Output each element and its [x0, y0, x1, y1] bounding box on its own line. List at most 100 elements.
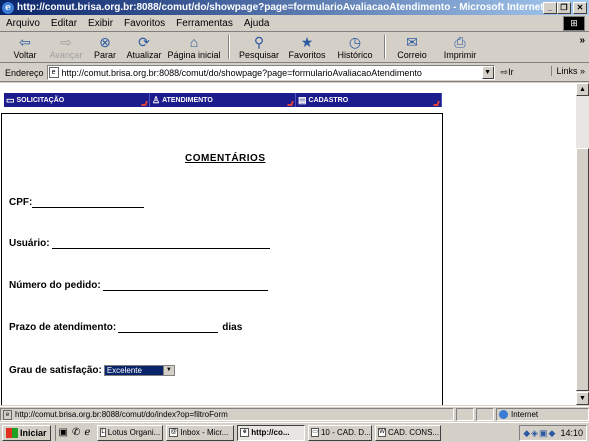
scroll-down-button[interactable]: ▼	[576, 392, 589, 405]
home-button[interactable]: ⌂ Página inicial	[166, 33, 222, 63]
tab-cadastro[interactable]: ▤ CADASTRO	[296, 93, 442, 107]
system-tray: ◆◈▣◆ 14:10	[519, 425, 587, 441]
pedido-label: Número do pedido:	[9, 280, 101, 291]
print-button[interactable]: ⎙ Imprimir	[432, 33, 488, 63]
address-label: Endereço	[5, 67, 44, 78]
task-lotus[interactable]: L Lotus Organi...	[97, 424, 164, 441]
links-button[interactable]: Links »	[551, 66, 585, 76]
usuario-field[interactable]	[51, 239, 270, 249]
quick-launch: ▣ ✆ ℯ	[54, 424, 95, 441]
scroll-thumb[interactable]	[576, 148, 589, 391]
toolbar-separator	[228, 35, 230, 59]
start-button[interactable]: Iniciar	[2, 424, 51, 441]
history-icon: ◷	[348, 34, 362, 50]
inbox-icon: @	[169, 428, 179, 437]
menu-editar[interactable]: Editar	[51, 18, 77, 29]
task-cad-cons-label: CAD. CONS...	[387, 428, 440, 437]
start-label: Iniciar	[20, 427, 47, 438]
form-title: COMENTÁRIOS	[185, 153, 266, 164]
toolbar-separator	[384, 35, 386, 59]
grau-row: Grau de satisfação: Excelente ▼	[9, 365, 175, 376]
go-label: Ir	[508, 67, 514, 77]
menu-ferramentas[interactable]: Ferramentas	[176, 18, 233, 29]
status-bar: e http://comut.brisa.org.br:8088/comut/d…	[0, 406, 589, 422]
refresh-button[interactable]: ⟳ Atualizar	[122, 33, 166, 63]
tab-solicitacao-label: SOLICITAÇÃO	[16, 96, 65, 104]
form-container: COMENTÁRIOS CPF: Usuário: Número do pedi…	[1, 113, 443, 405]
mail-button[interactable]: ✉ Correio	[392, 33, 432, 63]
favorites-button[interactable]: ★ Favoritos	[282, 33, 332, 63]
menu-favoritos[interactable]: Favoritos	[124, 18, 165, 29]
favorites-icon: ★	[300, 34, 314, 50]
forward-label: Avançar	[49, 50, 83, 60]
cpf-label: CPF:	[9, 197, 33, 208]
desktop-icon[interactable]: ▣	[59, 427, 68, 438]
usuario-label: Usuário:	[9, 238, 50, 249]
security-zone: Internet	[496, 408, 589, 421]
go-button[interactable]: ⇨Ir	[501, 67, 514, 78]
outlook-icon[interactable]: ✆	[72, 427, 80, 438]
toolbar: ⇦ Voltar ⇨ Avançar ⊗ Parar ⟳ Atualizar ⌂…	[0, 33, 589, 63]
stop-button[interactable]: ⊗ Parar	[88, 33, 122, 63]
tray-icons[interactable]: ◆◈▣◆	[523, 428, 556, 439]
grau-select[interactable]: Excelente ▼	[103, 365, 175, 376]
globe-icon	[499, 410, 508, 419]
history-button[interactable]: ◷ Histórico	[332, 33, 378, 63]
zone-label: Internet	[511, 410, 539, 419]
address-input[interactable]: e http://comut.brisa.org.br:8088/comut/d…	[46, 65, 495, 80]
forward-button[interactable]: ⇨ Avançar	[44, 33, 88, 63]
tab-cadastro-label: CADASTRO	[308, 96, 349, 104]
minimize-button[interactable]: _	[543, 1, 557, 14]
history-label: Histórico	[337, 50, 373, 60]
scroll-up-button[interactable]: ▲	[576, 83, 589, 96]
mail-label: Correio	[397, 50, 427, 60]
menu-ajuda[interactable]: Ajuda	[244, 18, 270, 29]
pedido-row: Número do pedido:	[9, 280, 268, 291]
task-browser[interactable]: e http://co...	[237, 424, 306, 441]
home-label: Página inicial	[167, 50, 221, 60]
status-url: http://comut.brisa.org.br:8088/comut/do/…	[15, 410, 228, 419]
print-label: Imprimir	[443, 50, 477, 60]
tab-atendimento[interactable]: ♙ ATENDIMENTO	[150, 93, 296, 107]
windows-logo-icon: ⊞	[563, 16, 585, 31]
menu-exibir[interactable]: Exibir	[88, 18, 113, 29]
status-cell	[456, 408, 474, 421]
cpf-field[interactable]	[32, 198, 145, 208]
menu-arquivo[interactable]: Arquivo	[6, 18, 40, 29]
address-dropdown-button[interactable]: ▼	[481, 66, 494, 79]
menu-bar: Arquivo Editar Exibir Favoritos Ferramen…	[0, 15, 589, 32]
stop-label: Parar	[93, 50, 116, 60]
task-lotus-label: Lotus Organi...	[107, 428, 161, 437]
mail-icon: ✉	[406, 34, 418, 50]
task-inbox[interactable]: @ Inbox - Micr...	[166, 424, 235, 441]
tab-corner-mark	[287, 101, 294, 106]
page-icon: e	[3, 409, 12, 420]
prazo-field[interactable]	[118, 323, 219, 333]
windows-flag-icon	[6, 427, 18, 438]
favorites-label: Favoritos	[288, 50, 326, 60]
vertical-scrollbar[interactable]: ▲ ▼	[576, 83, 589, 405]
close-button[interactable]: ✕	[573, 1, 587, 14]
prazo-label: Prazo de atendimento:	[9, 322, 117, 333]
back-button[interactable]: ⇦ Voltar	[6, 33, 44, 63]
pedido-field[interactable]	[102, 281, 268, 291]
page-icon: e	[48, 67, 59, 78]
chevron-down-icon: ▼	[162, 366, 174, 375]
title-bar: e http://comut.brisa.org.br:8088/comut/d…	[0, 0, 589, 15]
window-controls: _ ❐ ✕	[543, 1, 587, 14]
monitor-icon: ▭	[6, 94, 15, 105]
task-cad-cons[interactable]: W CAD. CONS...	[375, 424, 442, 441]
tab-solicitacao[interactable]: ▭ SOLICITAÇÃO	[4, 93, 150, 107]
back-arrow-icon: ⇦	[19, 34, 31, 50]
search-button[interactable]: ⚲ Pesquisar	[236, 33, 282, 63]
task-browser-label: http://co...	[251, 428, 290, 437]
prazo-suffix: dias	[222, 322, 243, 333]
toolbar-overflow-button[interactable]: »	[579, 35, 585, 46]
ie-quicklaunch-icon[interactable]: ℯ	[84, 427, 90, 438]
task-cad-d[interactable]: ▭ 10 - CAD. D...	[308, 424, 373, 441]
cpf-row: CPF:	[9, 197, 145, 208]
ie-icon: e	[2, 1, 14, 14]
maximize-button[interactable]: ❐	[557, 1, 571, 14]
go-arrow-icon: ⇨	[500, 67, 509, 77]
address-url: http://comut.brisa.org.br:8088/comut/do/…	[61, 67, 422, 78]
